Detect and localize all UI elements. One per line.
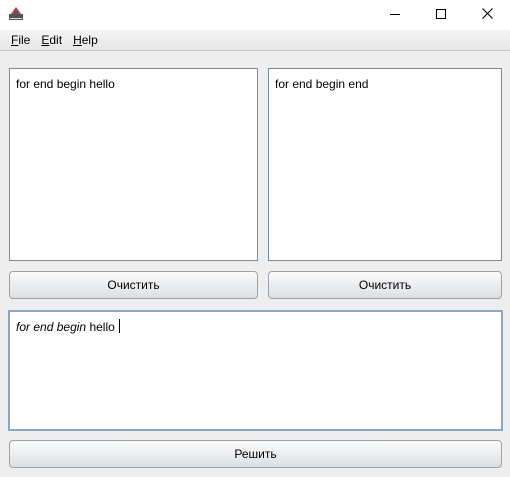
- minimize-icon: [390, 8, 400, 22]
- close-button[interactable]: [464, 0, 510, 30]
- result-keyword-begin: begin: [56, 320, 87, 334]
- menu-bar: File Edit Help: [0, 30, 510, 51]
- text-caret: [118, 319, 120, 333]
- menu-help-mnemonic: H: [73, 33, 82, 47]
- maximize-icon: [436, 8, 446, 22]
- menu-edit[interactable]: Edit: [37, 30, 66, 50]
- solve-button[interactable]: Решить: [9, 440, 502, 468]
- menu-file-label: ile: [18, 33, 31, 47]
- clear-left-button[interactable]: Очистить: [9, 271, 258, 299]
- maximize-button[interactable]: [418, 0, 464, 30]
- menu-file[interactable]: File: [7, 30, 34, 50]
- app-icon: [8, 5, 24, 21]
- right-input-textarea[interactable]: for end begin end: [268, 68, 502, 261]
- clear-right-button[interactable]: Очистить: [268, 271, 502, 299]
- result-keyword-for: for: [16, 320, 31, 334]
- close-icon: [481, 8, 493, 22]
- menu-edit-label: dit: [49, 33, 63, 47]
- title-bar: [0, 0, 510, 30]
- minimize-button[interactable]: [372, 0, 418, 30]
- result-textarea[interactable]: for end begin hello: [8, 310, 503, 431]
- left-input-textarea[interactable]: for end begin hello: [9, 68, 258, 261]
- result-keyword-end: end: [33, 320, 54, 334]
- menu-help-label: elp: [81, 33, 98, 47]
- result-plain-text: hello: [89, 320, 115, 334]
- menu-help[interactable]: Help: [69, 30, 102, 50]
